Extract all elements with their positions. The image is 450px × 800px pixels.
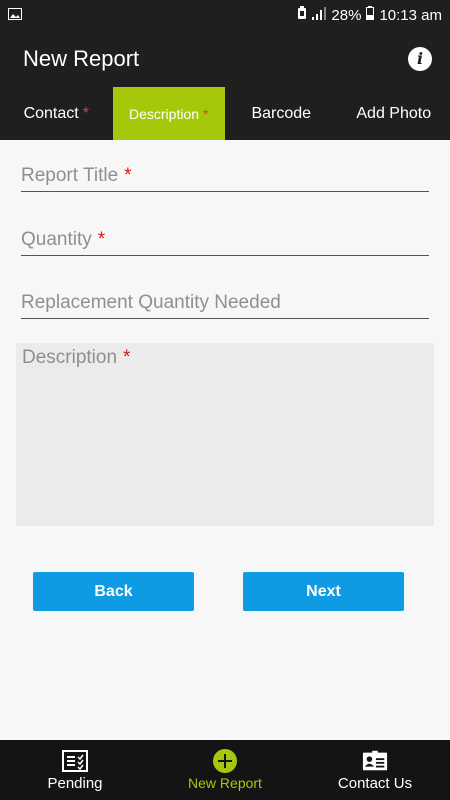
checklist-icon xyxy=(62,749,88,773)
replacement-quantity-placeholder: Replacement Quantity Needed xyxy=(21,292,281,313)
quantity-placeholder: Quantity xyxy=(21,229,92,250)
nav-label: Contact Us xyxy=(337,774,413,792)
signal-icon xyxy=(312,6,327,24)
required-marker: * xyxy=(203,105,209,122)
report-title-field[interactable]: Report Title * xyxy=(21,162,429,192)
nav-new-report[interactable]: New Report xyxy=(150,740,300,800)
status-left xyxy=(8,7,22,24)
tab-label: Description xyxy=(129,105,200,122)
replacement-quantity-field[interactable]: Replacement Quantity Needed xyxy=(21,289,429,319)
add-circle-icon xyxy=(212,749,238,773)
required-marker: * xyxy=(97,229,106,250)
app-bar: New Report i xyxy=(0,30,450,87)
nav-contact-us[interactable]: Contact Us xyxy=(300,740,450,800)
required-marker: * xyxy=(82,104,89,122)
nav-label: Pending xyxy=(47,774,103,792)
status-time: 10:13 am xyxy=(379,6,442,24)
back-button[interactable]: Back xyxy=(33,572,194,611)
tab-contact[interactable]: Contact * xyxy=(0,87,113,140)
tab-label: Contact xyxy=(23,104,79,122)
next-button[interactable]: Next xyxy=(243,572,404,611)
status-right: 28% 10:13 am xyxy=(297,6,442,24)
tab-add-photo[interactable]: Add Photo xyxy=(338,87,450,140)
alarm-icon xyxy=(297,6,307,24)
page-title: New Report xyxy=(23,45,140,71)
quantity-field[interactable]: Quantity * xyxy=(21,226,429,256)
info-icon[interactable]: i xyxy=(408,46,432,71)
battery-icon xyxy=(366,6,375,24)
status-bar: 28% 10:13 am xyxy=(0,0,450,30)
tab-label: Barcode xyxy=(251,104,312,122)
contact-card-icon xyxy=(362,749,388,773)
description-placeholder: Description xyxy=(22,347,118,368)
report-title-placeholder: Report Title xyxy=(21,165,119,186)
required-marker: * xyxy=(124,165,132,186)
image-notification-icon xyxy=(8,7,22,24)
nav-label: New Report xyxy=(188,775,262,791)
bottom-nav: Pending New Report Contact Us xyxy=(0,740,450,800)
tab-description[interactable]: Description * xyxy=(112,87,225,140)
tab-label: Add Photo xyxy=(356,104,432,122)
tab-bar: Contact * Description * Barcode Add Photo xyxy=(0,87,450,140)
nav-pending[interactable]: Pending xyxy=(0,740,150,800)
tab-barcode[interactable]: Barcode xyxy=(225,87,338,140)
description-textarea[interactable]: Description * xyxy=(16,343,434,526)
battery-percentage: 28% xyxy=(331,6,362,24)
required-marker: * xyxy=(123,347,131,368)
